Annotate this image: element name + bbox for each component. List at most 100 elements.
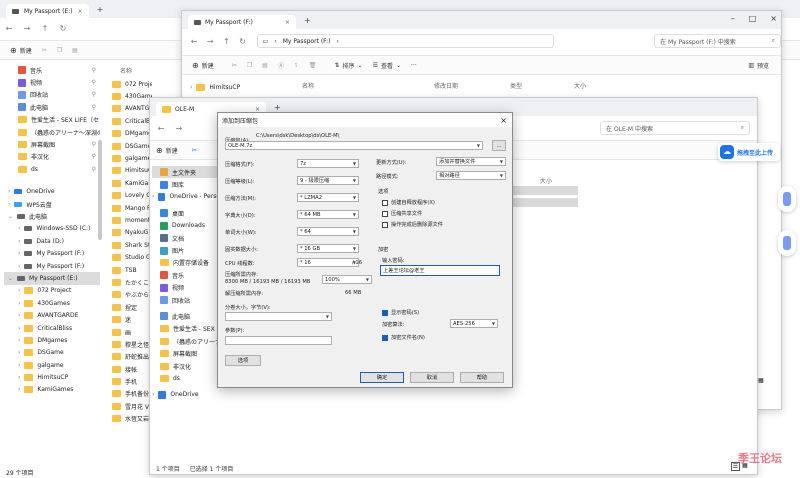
nav-item[interactable]: 内置存储设备 xyxy=(152,257,220,269)
close-icon[interactable]: × xyxy=(770,14,777,23)
nav-item[interactable]: 非汉化 xyxy=(152,360,220,372)
tree-item[interactable]: › My Passport (F:) xyxy=(4,260,100,272)
browse-button[interactable]: ... xyxy=(492,140,506,151)
back-icon[interactable]: ← xyxy=(186,37,202,46)
list-item[interactable]: moment xyxy=(112,214,152,226)
list-item[interactable]: 雪月花 V xyxy=(112,400,152,412)
chevron-right-icon[interactable]: › xyxy=(18,374,20,381)
table-row[interactable] xyxy=(508,186,578,195)
tree-item[interactable]: › CriticalBliss xyxy=(4,322,100,334)
list-item[interactable]: 072 Project xyxy=(112,78,152,90)
nav-item[interactable]: ds xyxy=(152,372,220,384)
tree-item[interactable]: › 072 Project xyxy=(4,285,100,297)
list-item[interactable]: DSGame xyxy=(112,140,152,152)
option-checkbox[interactable]: 创建自释放程序(X) xyxy=(382,199,435,206)
tree-item[interactable]: ⌄ My Passport (E:) xyxy=(4,272,100,285)
float-ball-top[interactable] xyxy=(778,186,796,212)
list-item[interactable]: やぶから xyxy=(112,289,152,301)
list-item[interactable]: 画 xyxy=(112,326,152,338)
new-button[interactable]: ⊕ 新建 xyxy=(156,146,178,155)
field-select[interactable]: 7z ▼ xyxy=(297,159,359,168)
forward-icon[interactable]: → xyxy=(18,24,36,33)
nav-item[interactable]: 回收站 xyxy=(152,294,220,306)
list-item[interactable]: TSB xyxy=(112,264,152,276)
tree-item[interactable]: › WPS云盘 xyxy=(4,198,100,210)
update-mode-select[interactable]: 添加并替换文件 ▼ xyxy=(436,157,506,166)
chevron-right-icon[interactable]: › xyxy=(152,391,154,398)
nav-item[interactable]: 视频 xyxy=(152,282,220,294)
options-button[interactable]: 选项 xyxy=(225,355,261,366)
tree-item[interactable]: › Data (D:) xyxy=(4,235,100,247)
list-item[interactable]: KamiGame xyxy=(112,177,152,189)
new-tab-button[interactable]: + xyxy=(304,16,311,25)
pin-icon[interactable]: ⚲ xyxy=(92,91,96,98)
field-select[interactable]: * 64 MB ▼ xyxy=(297,210,359,219)
nav-item[interactable]: 此电脑 xyxy=(152,310,220,322)
nav-item[interactable]: 桌面 xyxy=(152,207,220,219)
quick-access-item[interactable]: 非汉化 ⚲ xyxy=(4,151,100,163)
list-item[interactable]: 430Games xyxy=(112,90,152,102)
quick-access-item[interactable]: ds ⚲ xyxy=(4,163,100,175)
field-select[interactable]: * 64 ▼ xyxy=(297,227,359,236)
list-item[interactable]: 手机 xyxy=(112,375,152,387)
tab-my-passport-f[interactable]: My Passport (F:) × xyxy=(188,15,296,29)
nav-item[interactable]: Downloads xyxy=(152,220,220,232)
tree-item[interactable]: › Windows-SSD (C:) xyxy=(4,223,100,235)
rename-icon[interactable]: Ⓐ xyxy=(278,61,284,70)
up-icon[interactable]: ↑ xyxy=(218,37,234,46)
share-icon[interactable]: ⇪ xyxy=(294,62,299,69)
nav-item[interactable]: 性爱生活 - SEX LIF xyxy=(152,323,220,335)
delete-icon[interactable]: 🗑 xyxy=(309,62,317,69)
close-tab-icon[interactable]: × xyxy=(285,19,290,26)
show-password-checkbox[interactable]: 显示密码(S) xyxy=(382,309,419,316)
maximize-icon[interactable]: □ xyxy=(749,14,757,23)
chevron-right-icon[interactable]: › xyxy=(18,263,20,270)
chevron-right-icon[interactable]: › xyxy=(152,193,154,200)
password-input[interactable]: 上差王论坛@老王 xyxy=(380,265,500,276)
pin-icon[interactable]: ⚲ xyxy=(92,166,96,173)
nav-item[interactable]: 屏幕截图 xyxy=(152,347,220,359)
help-button[interactable]: 帮助 xyxy=(460,372,504,383)
minimize-icon[interactable]: – xyxy=(731,14,735,23)
table-row[interactable] xyxy=(508,198,578,207)
chevron-right-icon[interactable]: › xyxy=(18,325,20,332)
list-item[interactable]: Studio G xyxy=(112,251,152,263)
refresh-icon[interactable]: ↻ xyxy=(54,24,72,33)
chevron-right-icon[interactable]: › xyxy=(18,250,20,257)
paste-icon[interactable]: ▤ xyxy=(262,62,268,69)
tree-item[interactable]: › DMgames xyxy=(4,334,100,346)
copy-icon[interactable]: ❐ xyxy=(57,47,62,54)
column-size[interactable]: 大小 xyxy=(574,81,586,90)
memory-percent-select[interactable]: 100% ▼ xyxy=(322,275,372,284)
nav-item[interactable]: › OneDrive - Perso xyxy=(152,191,220,203)
field-select[interactable]: 9 - 极限压缩 ▼ xyxy=(297,176,359,185)
list-item[interactable]: Lovely Ga xyxy=(112,190,152,202)
tree-item[interactable]: ⌄ 此电脑 xyxy=(4,210,100,222)
cancel-button[interactable]: 取消 xyxy=(410,372,454,383)
tree-item[interactable]: › DSGame xyxy=(4,347,100,359)
back-icon[interactable]: ← xyxy=(0,24,18,33)
chevron-right-icon[interactable]: › xyxy=(18,300,20,307)
chevron-right-icon[interactable]: › xyxy=(8,201,10,208)
column-type[interactable]: 类型 xyxy=(510,81,574,90)
view-button[interactable]: ☰ 查看 ⌄ xyxy=(373,61,401,70)
refresh-icon[interactable]: ↻ xyxy=(234,37,250,46)
quick-access-item[interactable]: 音乐 ⚲ xyxy=(4,64,100,76)
nav-item[interactable]: 图库 xyxy=(152,178,220,190)
nav-item[interactable]: 主文件夹 xyxy=(152,166,220,179)
cloud-upload-widget[interactable]: ☁ 拖拽至此上传 xyxy=(718,143,780,161)
chevron-right-icon[interactable]: › xyxy=(8,188,10,195)
chevron-right-icon[interactable]: › xyxy=(18,386,20,393)
forward-icon[interactable]: → xyxy=(202,37,218,46)
list-item[interactable]: 水恆又岩 xyxy=(112,413,152,425)
cut-icon[interactable]: ✂ xyxy=(232,62,237,69)
quick-access-item[interactable]: 视频 ⚲ xyxy=(4,76,100,88)
chevron-right-icon[interactable]: › xyxy=(18,362,20,369)
list-item[interactable]: Shark St xyxy=(112,239,152,251)
chevron-right-icon[interactable]: ⌄ xyxy=(8,275,13,282)
cut-icon[interactable]: ✂ xyxy=(192,147,197,154)
cpu-threads-select[interactable]: * 16 ▼ xyxy=(297,258,359,267)
column-modified[interactable]: 修改日期 xyxy=(434,81,510,90)
tree-item[interactable]: › KamiGames xyxy=(4,384,100,396)
nav-item[interactable]: › HimitsuCP xyxy=(190,81,240,93)
